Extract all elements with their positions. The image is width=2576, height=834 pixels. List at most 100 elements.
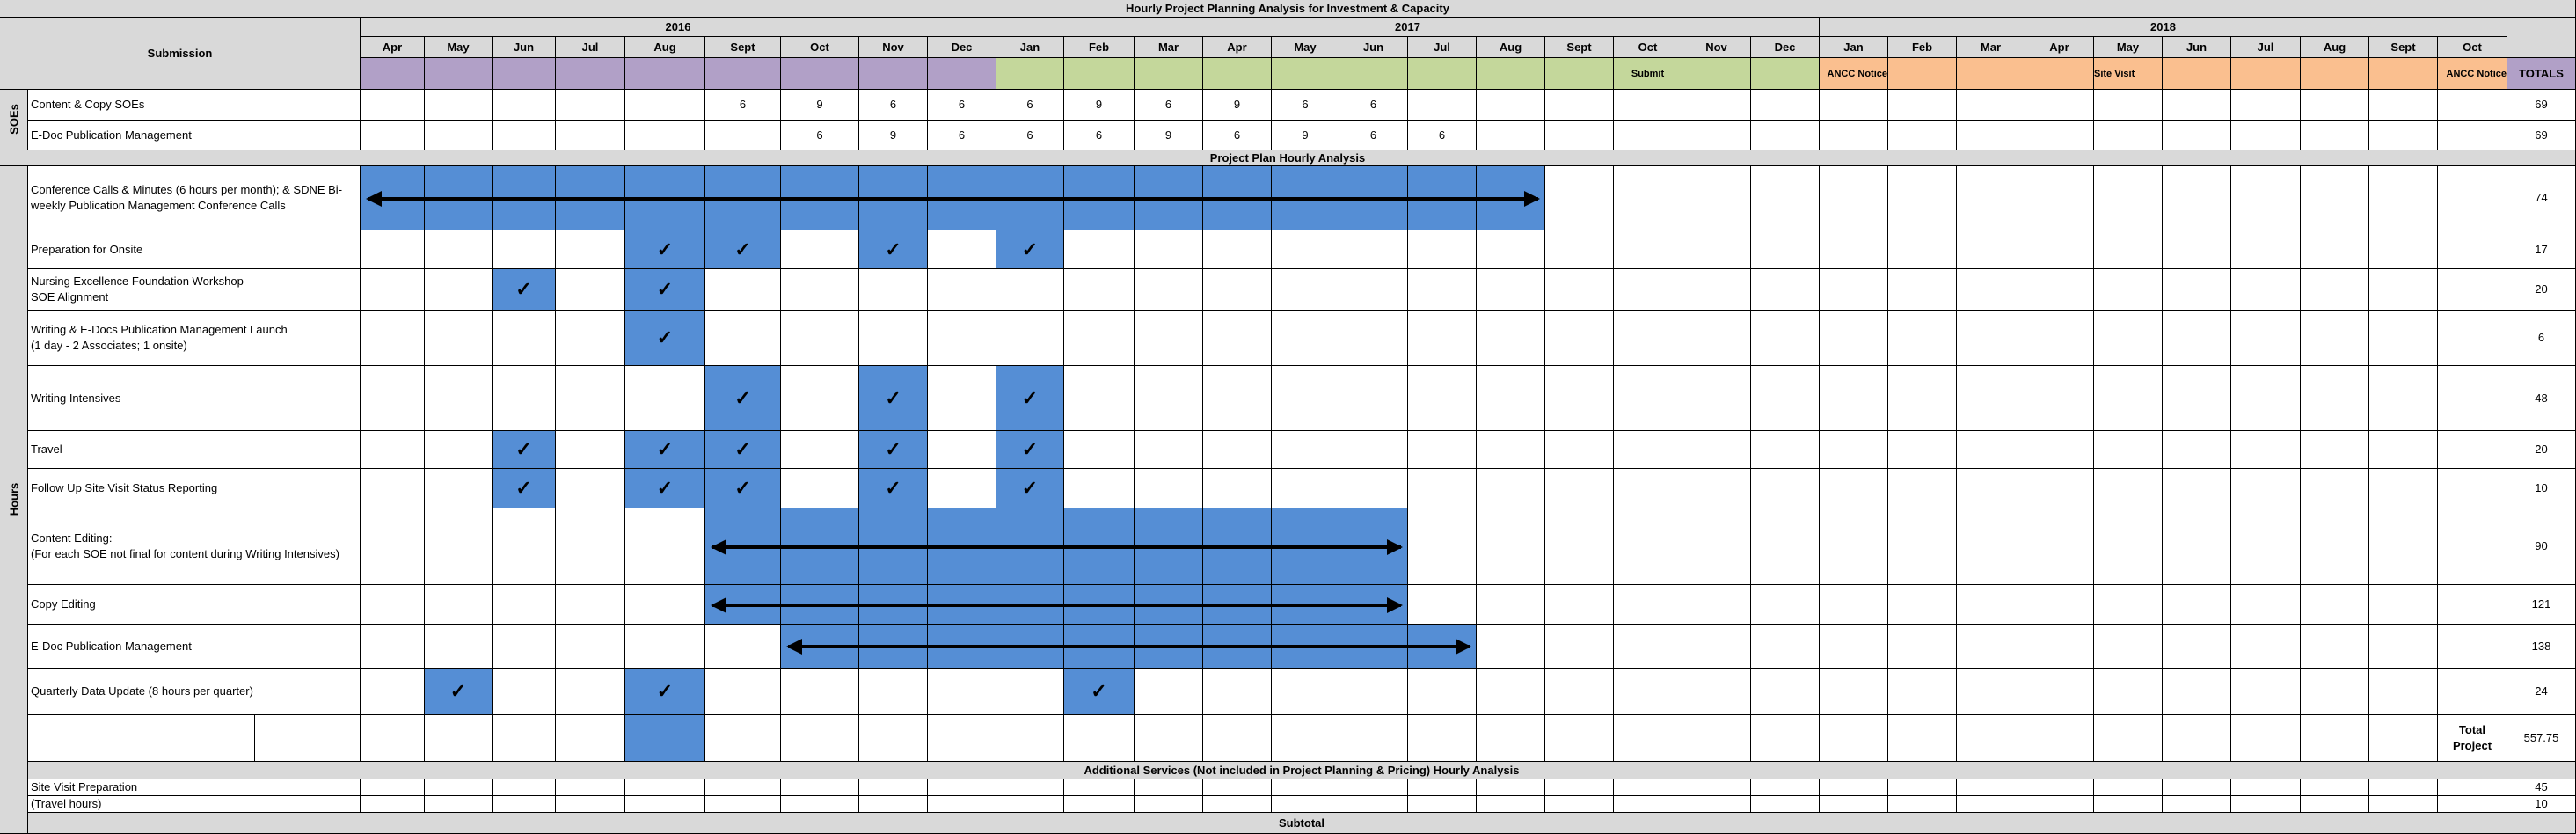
month-cell[interactable] [1408,715,1477,762]
task-label[interactable]: Writing & E-Docs Publication Management … [28,311,361,366]
month-cell[interactable] [1203,469,1272,508]
month-cell[interactable] [1957,625,2025,669]
month-cell[interactable] [2163,796,2231,813]
month-cell[interactable] [361,796,425,813]
month-cell[interactable] [361,625,425,669]
month-cell[interactable] [2438,585,2507,625]
task-total[interactable]: 17 [2507,230,2576,269]
month-cell[interactable] [2369,796,2438,813]
month-header[interactable]: May [1272,37,1339,58]
month-cell[interactable] [556,269,625,311]
month-cell[interactable] [2438,625,2507,669]
month-cell[interactable] [1820,431,1888,469]
month-cell[interactable] [1064,269,1135,311]
month-cell[interactable] [2094,469,2163,508]
blank-cell[interactable] [28,715,215,762]
submission-header[interactable]: Submission [0,18,361,90]
month-cell[interactable] [425,469,493,508]
soe-value-cell[interactable] [625,90,705,121]
month-cell[interactable] [2369,669,2438,715]
month-cell[interactable] [1408,779,1477,796]
month-cell[interactable] [2163,585,2231,625]
soe-value-cell[interactable]: 9 [1064,90,1135,121]
task-label[interactable]: Copy Editing [28,585,361,625]
month-cell[interactable] [1545,585,1614,625]
month-cell[interactable] [996,269,1064,311]
month-cell[interactable] [859,715,928,762]
month-cell[interactable] [1545,508,1614,585]
month-cell[interactable] [705,669,781,715]
month-cell[interactable] [361,269,425,311]
month-cell[interactable] [2438,669,2507,715]
month-cell[interactable] [1614,166,1682,230]
month-cell[interactable] [781,366,859,431]
month-cell[interactable] [1751,230,1820,269]
task-total[interactable]: 74 [2507,166,2576,230]
soe-value-cell[interactable]: 6 [781,121,859,150]
month-cell[interactable] [859,269,928,311]
month-header[interactable]: Apr [361,37,425,58]
month-cell[interactable] [425,796,493,813]
month-cell[interactable] [859,779,928,796]
sheet-title[interactable]: Hourly Project Planning Analysis for Inv… [0,0,2576,18]
month-cell[interactable] [1339,311,1408,366]
soe-value-cell[interactable]: 9 [781,90,859,121]
month-cell[interactable] [2163,431,2231,469]
month-header[interactable]: Apr [1203,37,1272,58]
month-cell[interactable] [1820,508,1888,585]
month-header[interactable]: Mar [1135,37,1203,58]
month-cell[interactable] [1957,585,2025,625]
month-cell[interactable] [1477,796,1545,813]
month-cell[interactable] [2094,311,2163,366]
month-cell[interactable] [1820,366,1888,431]
month-header[interactable]: Aug [1477,37,1545,58]
soe-value-cell[interactable]: 6 [859,90,928,121]
month-cell[interactable] [2231,166,2301,230]
month-header[interactable]: Jun [493,37,556,58]
phase-cell[interactable] [859,58,928,90]
check-cell[interactable]: ✓ [705,431,781,469]
month-cell[interactable] [2025,669,2094,715]
month-cell[interactable] [1888,366,1957,431]
soe-value-cell[interactable] [493,121,556,150]
month-cell[interactable] [2301,715,2369,762]
month-cell[interactable] [1135,431,1203,469]
month-header[interactable]: Apr [2025,37,2094,58]
check-cell[interactable]: ✓ [625,431,705,469]
month-cell[interactable] [1614,230,1682,269]
month-cell[interactable] [1614,431,1682,469]
month-cell[interactable] [1820,269,1888,311]
month-cell[interactable] [1545,469,1614,508]
month-cell[interactable] [2301,366,2369,431]
month-cell[interactable] [1820,585,1888,625]
month-header[interactable]: Mar [1957,37,2025,58]
task-total[interactable]: 48 [2507,366,2576,431]
soe-value-cell[interactable] [1614,121,1682,150]
month-cell[interactable] [556,508,625,585]
soe-value-cell[interactable]: 6 [928,90,996,121]
month-cell[interactable] [1751,431,1820,469]
month-cell[interactable] [1820,230,1888,269]
month-cell[interactable] [1545,779,1614,796]
month-cell[interactable] [1477,469,1545,508]
month-cell[interactable] [2231,796,2301,813]
month-cell[interactable] [425,715,493,762]
check-cell[interactable]: ✓ [493,431,556,469]
year-header[interactable]: 2017 [996,18,1820,37]
month-cell[interactable] [1751,508,1820,585]
month-cell[interactable] [425,366,493,431]
totals-header-top[interactable] [2507,18,2576,58]
month-cell[interactable] [2231,585,2301,625]
month-cell[interactable] [1408,796,1477,813]
task-label[interactable]: Follow Up Site Visit Status Reporting [28,469,361,508]
month-cell[interactable] [1272,366,1339,431]
month-cell[interactable] [1064,469,1135,508]
month-cell[interactable] [1477,508,1545,585]
check-cell[interactable]: ✓ [705,230,781,269]
month-cell[interactable] [1203,796,1272,813]
soe-value-cell[interactable] [1545,121,1614,150]
soe-value-cell[interactable]: 6 [1339,90,1408,121]
phase-label[interactable]: ANCC Notice [2438,58,2507,90]
month-cell[interactable] [1064,311,1135,366]
month-cell[interactable] [361,469,425,508]
